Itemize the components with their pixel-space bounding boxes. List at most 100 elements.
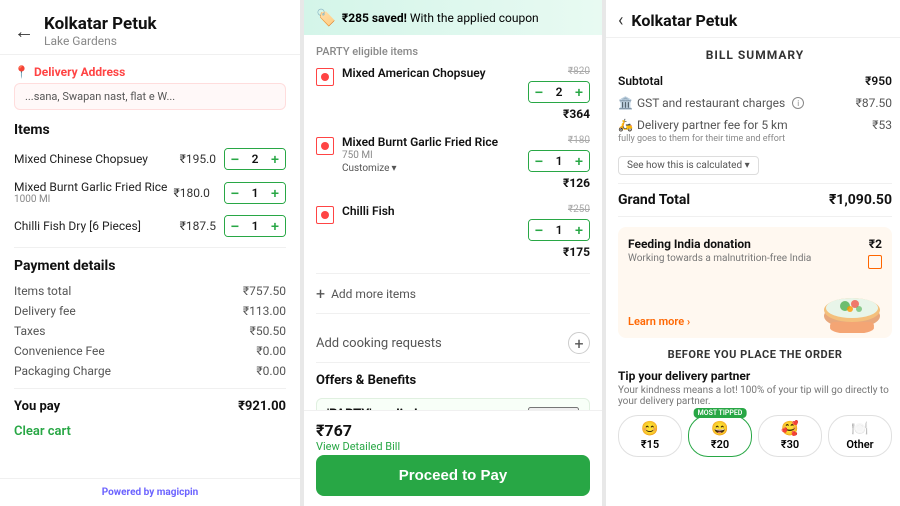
bill-summary-title: BILL SUMMARY	[618, 48, 892, 62]
original-price: ₹250	[568, 204, 590, 215]
item-name: Mixed Chinese Chopsuey	[14, 152, 180, 166]
tip-label-15: ₹15	[641, 438, 659, 451]
party-label: PARTY eligible items	[316, 45, 590, 58]
view-bill-link[interactable]: View Detailed Bill	[316, 440, 400, 453]
qty-value: 1	[549, 151, 569, 171]
plus-icon: +	[316, 284, 325, 303]
cooking-requests[interactable]: Add cooking requests +	[316, 324, 590, 363]
qty-decrease[interactable]: −	[225, 183, 245, 203]
qty-control[interactable]: − 1 +	[528, 150, 590, 172]
qty-increase[interactable]: +	[569, 82, 589, 102]
final-price: ₹364	[563, 107, 590, 121]
proceed-to-pay-button[interactable]: Proceed to Pay	[316, 455, 590, 496]
gst-icon: 🏛️	[618, 96, 633, 110]
delivery-icon: 🛵	[618, 118, 633, 132]
cooking-plus-icon[interactable]: +	[568, 332, 590, 354]
item-name: Chilli Fish Dry [6 Pieces]	[14, 219, 180, 233]
qty-value: 1	[549, 220, 569, 240]
qty-control[interactable]: − 2 +	[224, 148, 286, 170]
savings-banner: 🏷️ ₹285 saved! With the applied coupon	[304, 0, 602, 35]
items-title: Items	[14, 122, 286, 138]
payment-title: Payment details	[14, 258, 286, 274]
mid-footer: ₹767 View Detailed Bill Proceed to Pay	[304, 410, 602, 506]
tip-emoji-other: 🍽️	[851, 421, 868, 437]
add-more-items[interactable]: + Add more items	[316, 273, 590, 314]
delivery-address[interactable]: ...sana, Swapan nast, flat e W...	[14, 83, 286, 110]
tip-button-30[interactable]: 🥰 ₹30	[758, 415, 822, 457]
qty-control[interactable]: − 1 +	[528, 219, 590, 241]
qty-decrease[interactable]: −	[225, 216, 245, 236]
pin-icon: 📍	[14, 65, 29, 79]
right-header: ‹ Kolkatar Petuk	[606, 0, 900, 38]
mid-content: PARTY eligible items Mixed American Chop…	[304, 35, 602, 410]
mid-item-1: Mixed American Chopsuey ₹820 − 2 + ₹364	[316, 66, 590, 121]
most-tipped-badge: MOST TIPPED	[694, 408, 747, 418]
item-price: ₹195.0	[180, 152, 216, 166]
mid-item-2: Mixed Burnt Garlic Fried Rice 750 Ml Cus…	[316, 135, 590, 190]
mid-panel: 🏷️ ₹285 saved! With the applied coupon P…	[304, 0, 602, 506]
item-row: Mixed Burnt Garlic Fried Rice 1000 Ml ₹1…	[14, 180, 286, 205]
qty-control[interactable]: − 1 +	[224, 215, 286, 237]
qty-control[interactable]: − 1 +	[224, 182, 286, 204]
qty-decrease[interactable]: −	[529, 220, 549, 240]
savings-icon: 🏷️	[316, 8, 336, 27]
final-price: ₹175	[563, 245, 590, 259]
mid-item-name: Mixed Burnt Garlic Fried Rice	[342, 135, 520, 149]
qty-increase[interactable]: +	[265, 149, 285, 169]
item-row: Mixed Chinese Chopsuey ₹195.0 − 2 +	[14, 148, 286, 170]
cooking-text: Add cooking requests	[316, 336, 442, 351]
delivery-section: 📍 Delivery Address ...sana, Swapan nast,…	[14, 65, 286, 110]
right-back-button[interactable]: ‹	[618, 10, 623, 31]
bill-row-subtotal: Subtotal ₹950	[618, 74, 892, 88]
qty-increase[interactable]: +	[569, 151, 589, 171]
tip-button-20[interactable]: MOST TIPPED 😄 ₹20	[688, 415, 752, 457]
tip-label-20: ₹20	[711, 438, 729, 451]
tip-button-other[interactable]: 🍽️ Other	[828, 415, 892, 457]
delivery-label: 📍 Delivery Address	[14, 65, 286, 79]
customize-link[interactable]: Customize ▾	[342, 163, 520, 174]
info-icon[interactable]: i	[792, 97, 804, 109]
feeding-price: ₹2	[869, 237, 882, 251]
qty-decrease[interactable]: −	[225, 149, 245, 169]
grand-total-row: Grand Total ₹1,090.50	[618, 183, 892, 217]
payment-row-taxes: Taxes ₹50.50	[14, 324, 286, 338]
qty-control[interactable]: − 2 +	[528, 81, 590, 103]
qty-decrease[interactable]: −	[529, 82, 549, 102]
feeding-title: Feeding India donation	[628, 237, 811, 251]
tip-emoji-20: 😄	[711, 421, 728, 437]
food-bowl-illustration	[817, 278, 887, 333]
payment-row-convenience: Convenience Fee ₹0.00	[14, 344, 286, 358]
qty-increase[interactable]: +	[569, 220, 589, 240]
tip-emoji-15: 😊	[641, 421, 658, 437]
tip-label-30: ₹30	[781, 438, 799, 451]
feeding-india-section: Feeding India donation Working towards a…	[618, 227, 892, 338]
qty-increase[interactable]: +	[265, 216, 285, 236]
see-how-button[interactable]: See how this is calculated ▾	[618, 156, 759, 175]
mid-item-sub: 750 Ml	[342, 150, 520, 161]
left-header: ← Kolkatar Petuk Lake Gardens	[0, 0, 300, 55]
tip-label-other: Other	[846, 438, 873, 451]
item-sub: 1000 Ml	[14, 194, 167, 205]
clear-cart-button[interactable]: Clear cart	[14, 424, 286, 439]
left-content: 📍 Delivery Address ...sana, Swapan nast,…	[0, 55, 300, 478]
tip-emoji-30: 🥰	[781, 421, 798, 437]
qty-increase[interactable]: +	[265, 183, 285, 203]
payment-row-items: Items total ₹757.50	[14, 284, 286, 298]
left-panel: ← Kolkatar Petuk Lake Gardens 📍 Delivery…	[0, 0, 300, 506]
offers-title: Offers & Benefits	[316, 373, 590, 388]
qty-value: 2	[549, 82, 569, 102]
tip-options: 😊 ₹15 MOST TIPPED 😄 ₹20 🥰 ₹30 🍽️ Other	[618, 415, 892, 457]
feeding-checkbox[interactable]	[868, 255, 882, 269]
powered-by: Powered by magicpin	[0, 478, 300, 506]
tip-button-15[interactable]: 😊 ₹15	[618, 415, 682, 457]
back-button[interactable]: ←	[14, 19, 34, 44]
original-price: ₹820	[568, 66, 590, 77]
mid-item-3: Chilli Fish ₹250 − 1 + ₹175	[316, 204, 590, 259]
non-veg-icon	[316, 206, 334, 224]
payment-section: Payment details Items total ₹757.50 Deli…	[14, 258, 286, 414]
qty-decrease[interactable]: −	[529, 151, 549, 171]
add-more-label: Add more items	[331, 287, 416, 301]
payment-row-delivery: Delivery fee ₹113.00	[14, 304, 286, 318]
right-panel: ‹ Kolkatar Petuk BILL SUMMARY Subtotal ₹…	[606, 0, 900, 506]
before-order-title: BEFORE YOU PLACE THE ORDER	[618, 348, 892, 361]
